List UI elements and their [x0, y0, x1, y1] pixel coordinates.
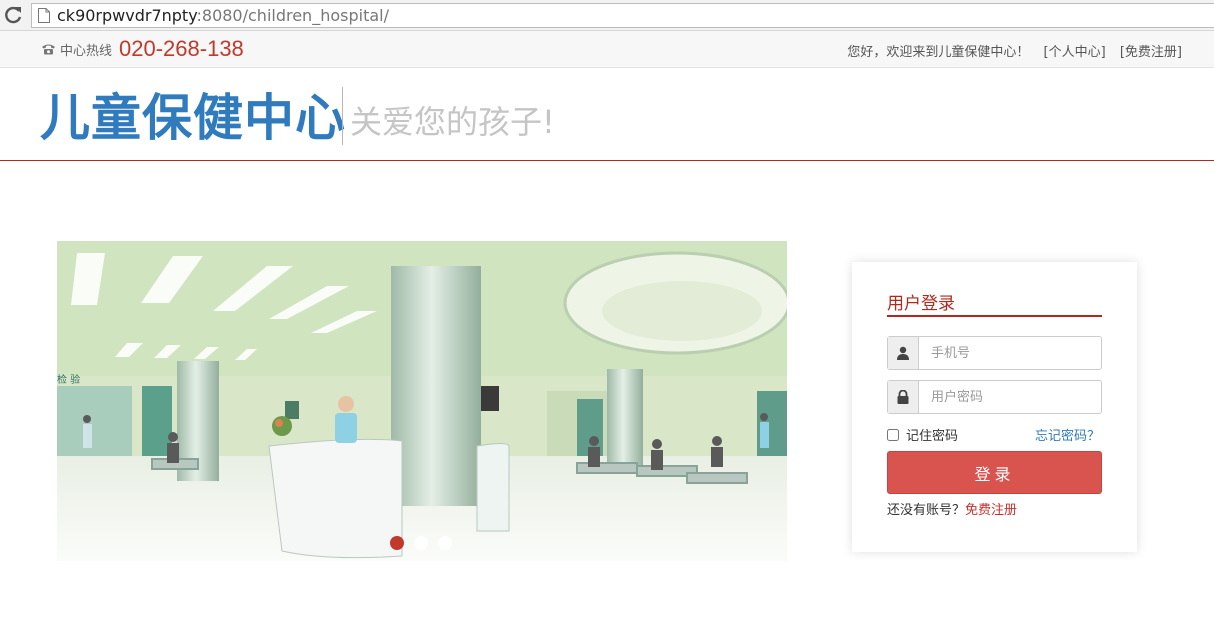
hospital-lobby-image: 检 验: [57, 241, 787, 561]
lock-icon: [897, 390, 909, 404]
carousel-dot-3[interactable]: [438, 536, 452, 550]
login-panel: 用户登录 记住密码 忘记密码？ 登录 还没有账号？免费注册: [852, 262, 1137, 552]
site-header: 儿童保健中心 关爱您的孩子!: [0, 68, 1214, 161]
no-account-text: 还没有账号？: [887, 503, 966, 518]
hotline: 中心热线 020-268-138: [41, 36, 244, 61]
remember-password[interactable]: 记住密码: [887, 425, 958, 444]
personal-center-link[interactable]: [个人中心]: [1044, 45, 1106, 60]
site-slogan: 关爱您的孩子!: [350, 103, 555, 141]
top-bar: 中心热线 020-268-138 您好，欢迎来到儿童保健中心！ [个人中心] […: [0, 31, 1214, 68]
page-icon: [38, 8, 50, 23]
carousel-indicators: [390, 536, 452, 550]
lab-sign: 检 验: [57, 373, 80, 386]
logo-divider: [342, 87, 343, 145]
lock-icon-addon: [888, 381, 919, 413]
remember-label: 记住密码: [906, 429, 959, 444]
login-title: 用户登录: [887, 289, 1102, 317]
welcome-area: 您好，欢迎来到儿童保健中心！ [个人中心] [免费注册]: [847, 41, 1182, 60]
banner-carousel[interactable]: 检 验: [57, 241, 787, 561]
site-logo[interactable]: 儿童保健中心: [40, 78, 346, 150]
address-bar[interactable]: ck90rpwvdr7npty:8080/children_hospital/: [31, 3, 1214, 28]
reload-icon[interactable]: [4, 5, 24, 25]
url-host: ck90rpwvdr7npty: [57, 6, 197, 25]
remember-checkbox[interactable]: [887, 428, 899, 441]
phone-field: [887, 336, 1102, 370]
browser-toolbar: ck90rpwvdr7npty:8080/children_hospital/: [0, 0, 1214, 31]
phone-icon: [42, 44, 55, 55]
user-icon: [897, 346, 909, 360]
carousel-dot-1[interactable]: [390, 536, 404, 550]
login-register-link[interactable]: 免费注册: [965, 503, 1017, 518]
carousel-dot-2[interactable]: [414, 536, 428, 550]
hotline-label: 中心热线: [60, 43, 113, 59]
url-text: ck90rpwvdr7npty:8080/children_hospital/: [57, 6, 389, 25]
login-button[interactable]: 登录: [887, 451, 1102, 494]
welcome-text: 您好，欢迎来到儿童保健中心！: [847, 45, 1030, 60]
password-input[interactable]: [919, 381, 1101, 413]
password-field: [887, 380, 1102, 414]
url-path: :8080/children_hospital/: [196, 6, 389, 25]
user-icon-addon: [888, 337, 919, 369]
forgot-password-link[interactable]: 忘记密码？: [1035, 425, 1100, 444]
phone-input[interactable]: [919, 337, 1101, 369]
hotline-number: 020-268-138: [119, 36, 244, 61]
register-prompt: 还没有账号？免费注册: [887, 499, 1017, 518]
topbar-register-link[interactable]: [免费注册]: [1120, 45, 1182, 60]
